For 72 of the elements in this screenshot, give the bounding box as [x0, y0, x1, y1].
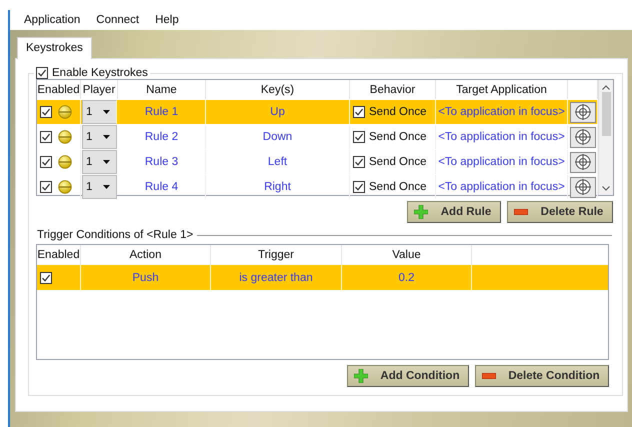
rule-row[interactable]: 1 Rule 3 Left Send Once <To application in focus>: [37, 149, 598, 174]
target-application: <To application in focus>: [436, 125, 568, 149]
checkbox[interactable]: [353, 181, 365, 193]
checkbox[interactable]: [353, 156, 365, 168]
caret-icon: [103, 110, 110, 114]
scrollbar[interactable]: [598, 80, 613, 195]
behavior-label: Send Once: [369, 156, 427, 168]
rule-row[interactable]: 1 Rule 4 Right Send Once <To application in focus>: [37, 174, 598, 199]
enable-keystrokes-label: Enable Keystrokes: [52, 67, 148, 79]
player-dropdown[interactable]: 1: [82, 175, 117, 199]
add-button[interactable]: Add Rule: [407, 201, 501, 223]
checkbox[interactable]: [40, 106, 52, 118]
condition-trigger: is greater than: [211, 265, 342, 290]
target-application: <To application in focus>: [436, 150, 568, 174]
minus-icon: [514, 209, 528, 215]
player-dropdown[interactable]: 1: [82, 150, 117, 174]
crosshair-icon: [574, 178, 592, 196]
target-picker-button[interactable]: [570, 126, 596, 148]
target-picker-button[interactable]: [570, 152, 596, 172]
condition-row[interactable]: Push is greater than 0.2: [37, 265, 608, 290]
rule-name: Rule 2: [118, 125, 206, 149]
behavior-label: Send Once: [369, 181, 427, 193]
behavior-label: Send Once: [369, 106, 427, 118]
caret-icon: [103, 135, 110, 139]
status-ball-icon: [58, 155, 72, 169]
scroll-up-icon[interactable]: [602, 85, 610, 90]
group-title: Trigger Conditions of <Rule 1>: [37, 229, 194, 241]
target-picker-button[interactable]: [570, 102, 596, 122]
key-name: Left: [206, 150, 350, 174]
crosshair-icon: [574, 153, 592, 171]
player-dropdown[interactable]: 1: [82, 100, 117, 124]
target-application: <To application in focus>: [436, 100, 568, 124]
menu-item[interactable]: Connect: [88, 11, 148, 29]
status-ball-icon: [58, 180, 72, 194]
minus-icon: [482, 373, 496, 379]
scroll-thumb[interactable]: [602, 92, 610, 136]
checkbox[interactable]: [36, 67, 48, 79]
rule-name: Rule 4: [118, 175, 206, 199]
plus-icon: [354, 369, 368, 383]
status-ball-icon: [58, 130, 72, 144]
menu-item[interactable]: Help: [147, 11, 187, 29]
checkbox[interactable]: [40, 272, 52, 284]
rule-name: Rule 3: [118, 150, 206, 174]
checkbox[interactable]: [353, 106, 365, 118]
checkbox[interactable]: [353, 131, 365, 143]
caret-icon: [103, 185, 110, 189]
checkbox[interactable]: [40, 181, 52, 193]
delete-button[interactable]: Delete Condition: [475, 365, 609, 387]
rule-row[interactable]: 1 Rule 1 Up Send Once <To application in focus>: [37, 99, 598, 124]
crosshair-icon: [574, 128, 592, 146]
behavior-label: Send Once: [369, 131, 427, 143]
target-application: <To application in focus>: [436, 175, 568, 199]
rule-name: Rule 1: [118, 100, 206, 124]
key-name: Down: [206, 125, 350, 149]
menu-item[interactable]: Application: [16, 11, 88, 29]
caret-icon: [103, 160, 110, 164]
condition-action: Push: [81, 265, 211, 290]
add-button[interactable]: Add Condition: [347, 365, 469, 387]
checkbox[interactable]: [40, 156, 52, 168]
scroll-down-icon[interactable]: [602, 186, 610, 191]
status-ball-icon: [58, 105, 72, 119]
rule-row[interactable]: 1 Rule 2 Down Send Once <To application in focus>: [37, 124, 598, 149]
delete-button[interactable]: Delete Rule: [507, 201, 613, 223]
crosshair-icon: [574, 103, 592, 121]
tab[interactable]: Keystrokes: [17, 37, 92, 59]
checkbox[interactable]: [40, 131, 52, 143]
condition-value: 0.2: [342, 265, 472, 290]
key-name: Right: [206, 175, 350, 199]
target-picker-button[interactable]: [570, 176, 596, 198]
plus-icon: [414, 205, 428, 219]
player-dropdown[interactable]: 1: [82, 125, 117, 149]
key-name: Up: [206, 100, 350, 124]
